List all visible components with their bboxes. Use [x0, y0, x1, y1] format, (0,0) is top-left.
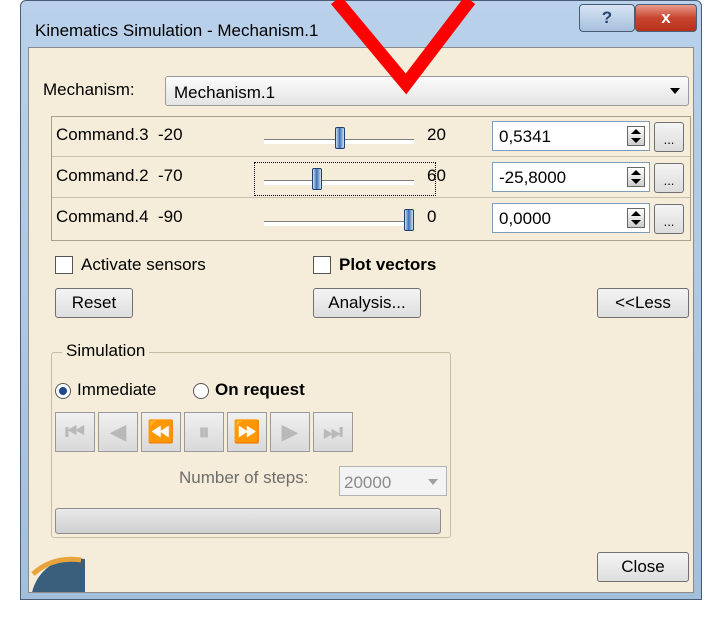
immediate-label: Immediate [77, 380, 157, 399]
chevron-down-icon [670, 88, 680, 94]
command-options-button[interactable]: ... [654, 204, 684, 234]
plot-vectors-label: Plot vectors [339, 255, 437, 274]
activate-sensors-label: Activate sensors [81, 255, 206, 274]
command-value-input[interactable]: 0,0000 [492, 203, 650, 233]
jump-to-end-icon[interactable]: ⏭ [313, 412, 353, 452]
step-forward-icon[interactable]: ⏩ [227, 412, 267, 452]
close-button[interactable]: Close [597, 552, 689, 582]
play-forward-icon[interactable]: ▶ [270, 412, 310, 452]
command-value-input[interactable]: 0,5341 [492, 121, 650, 151]
less-button[interactable]: <<Less [597, 288, 689, 318]
play-backward-icon[interactable]: ◀ [98, 412, 138, 452]
command-min: -20 [158, 125, 183, 144]
spin-updown-icon[interactable] [627, 126, 645, 146]
command-slider-thumb[interactable] [404, 209, 414, 231]
mechanism-label: Mechanism: [43, 80, 135, 99]
command-value-input[interactable]: -25,8000 [492, 162, 650, 192]
jump-to-start-icon[interactable]: ⏮ [55, 412, 95, 452]
spin-updown-icon[interactable] [627, 208, 645, 228]
command-name: Command.3 [56, 125, 149, 144]
on-request-label: On request [215, 380, 305, 399]
help-button[interactable]: ? [579, 4, 635, 32]
immediate-radio[interactable] [55, 383, 71, 399]
command-name: Command.2 [56, 166, 149, 185]
simulation-progress-bar [55, 508, 441, 534]
command-value: -25,8000 [499, 168, 567, 187]
globe-logo-icon [31, 556, 85, 592]
simulation-group-title: Simulation [62, 341, 150, 361]
command-min: -90 [158, 207, 183, 226]
command-slider-track[interactable] [264, 180, 414, 185]
command-min: -70 [158, 166, 183, 185]
pause-icon[interactable]: ⏸ [184, 412, 224, 452]
command-max: 20 [427, 125, 446, 144]
title-bar[interactable]: Kinematics Simulation - Mechanism.1 ? x [21, 1, 701, 47]
command-name: Command.4 [56, 207, 149, 226]
command-slider-track[interactable] [264, 221, 414, 226]
close-window-button[interactable]: x [635, 4, 697, 32]
number-of-steps-select[interactable]: 20000 [339, 466, 447, 496]
logo-corner [29, 544, 85, 592]
chevron-down-icon [428, 479, 438, 485]
number-of-steps-value: 20000 [344, 473, 392, 492]
command-slider-thumb[interactable] [335, 127, 346, 149]
command-value: 0,0000 [499, 209, 551, 228]
analysis-button[interactable]: Analysis... [313, 288, 421, 318]
activate-sensors-checkbox[interactable] [55, 256, 73, 274]
on-request-radio[interactable] [193, 383, 209, 399]
command-max: 0 [427, 207, 437, 226]
command-row: Command.4 -90 0 0,0000 ... [52, 199, 690, 239]
number-of-steps-label: Number of steps: [179, 468, 309, 487]
window-title: Kinematics Simulation - Mechanism.1 [35, 21, 319, 40]
step-backward-icon[interactable]: ⏪ [141, 412, 181, 452]
command-row: Command.3 -20 20 0,5341 ... [52, 117, 690, 157]
command-row: Command.2 -70 60 -25,8000 ... [52, 158, 690, 198]
command-value: 0,5341 [499, 127, 551, 146]
dialog-body: Mechanism: Mechanism.1 Command.3 -20 20 … [28, 47, 694, 593]
kinematics-dialog: Kinematics Simulation - Mechanism.1 ? x … [20, 0, 702, 600]
command-options-button[interactable]: ... [654, 122, 684, 152]
mechanism-select[interactable]: Mechanism.1 [165, 76, 689, 106]
mechanism-selected: Mechanism.1 [174, 83, 276, 102]
command-slider-thumb[interactable] [311, 168, 322, 190]
slider-focus-indicator [254, 162, 436, 196]
command-options-button[interactable]: ... [654, 163, 684, 193]
spin-updown-icon[interactable] [627, 167, 645, 187]
commands-panel: Command.3 -20 20 0,5341 ... Command.2 -7… [51, 116, 691, 241]
plot-vectors-checkbox[interactable] [313, 256, 331, 274]
reset-button[interactable]: Reset [55, 288, 133, 318]
